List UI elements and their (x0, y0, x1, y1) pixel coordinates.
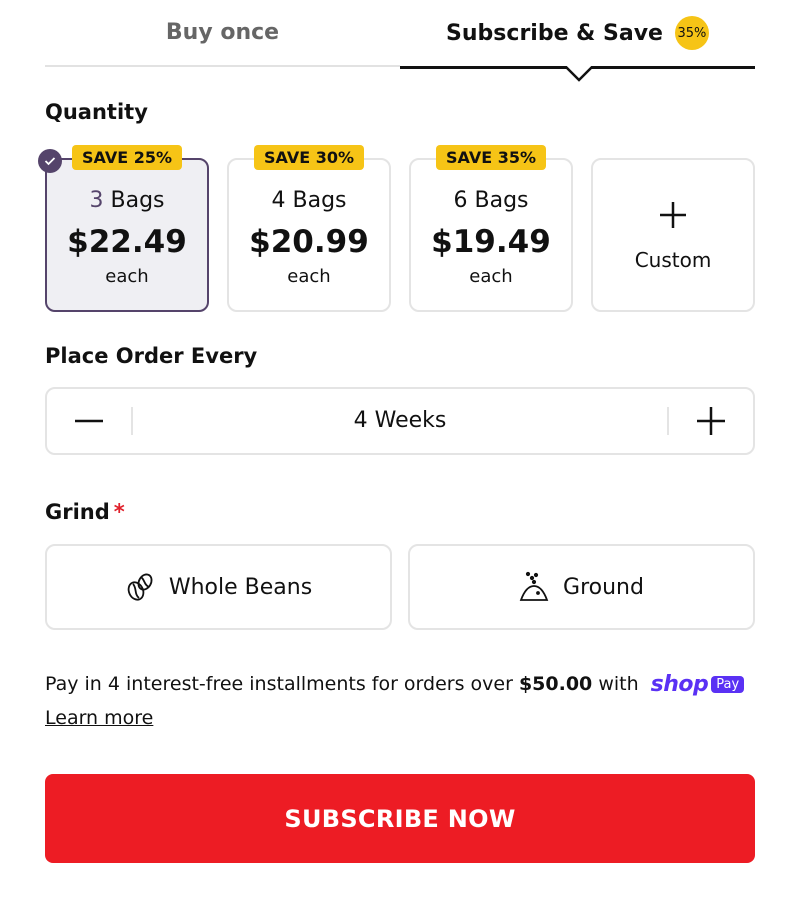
grind-option-whole-beans[interactable]: Whole Beans (45, 544, 392, 630)
tab-buy-once-label: Buy once (165, 20, 280, 45)
price-unit: each (469, 266, 513, 287)
grind-option-ground[interactable]: Ground (408, 544, 755, 630)
price-unit: each (105, 266, 149, 287)
subscribe-now-button[interactable]: SUBSCRIBE NOW (45, 774, 755, 863)
bag-count: 6 Bags (453, 188, 529, 213)
save-badge: SAVE 30% (254, 145, 364, 170)
frequency-label: Place Order Every (45, 344, 258, 368)
minus-icon (75, 419, 103, 422)
frequency-value: 4 Weeks (353, 408, 447, 433)
price-unit: each (287, 266, 331, 287)
save-badge: SAVE 25% (72, 145, 182, 170)
grind-label: Grind * (45, 500, 125, 524)
decrease-button[interactable] (47, 389, 131, 452)
coffee-beans-icon (125, 571, 155, 603)
price: $22.49 (67, 224, 187, 260)
tab-buy-once[interactable]: Buy once (45, 0, 400, 67)
discount-badge: 35% (674, 16, 709, 50)
save-badge: SAVE 35% (436, 145, 546, 170)
bag-count: 4 Bags (271, 188, 347, 213)
tab-subscribe-save[interactable]: Subscribe & Save 35% (400, 0, 755, 69)
plus-icon (697, 406, 725, 435)
tab-subscribe-save-label: Subscribe & Save (446, 20, 663, 46)
subscribe-now-label: SUBSCRIBE NOW (284, 804, 516, 833)
custom-label: Custom (634, 248, 712, 272)
quantity-option-3-bags[interactable]: SAVE 25% 3 Bags $22.49 each (45, 145, 209, 312)
threshold-amount: $50.00 (518, 673, 593, 695)
price: $19.49 (431, 224, 551, 260)
shop-pay-logo: shop Pay (651, 672, 745, 697)
installments-info: Pay in 4 interest-free installments for … (45, 672, 745, 697)
learn-more-link[interactable]: Learn more (45, 707, 153, 729)
plus-icon (593, 200, 753, 234)
grind-option-label: Whole Beans (168, 574, 313, 600)
bag-count: 3 Bags (89, 188, 165, 213)
frequency-stepper: 4 Weeks (45, 387, 755, 455)
quantity-option-custom[interactable]: Custom (591, 158, 755, 312)
required-mark: * (113, 500, 125, 524)
quantity-option-4-bags[interactable]: SAVE 30% 4 Bags $20.99 each (227, 145, 391, 312)
selected-check-icon (38, 149, 62, 173)
increase-button[interactable] (669, 389, 753, 452)
ground-coffee-icon (519, 571, 549, 603)
grind-option-label: Ground (563, 574, 644, 600)
quantity-label: Quantity (45, 100, 148, 124)
price: $20.99 (249, 224, 369, 260)
quantity-option-6-bags[interactable]: SAVE 35% 6 Bags $19.49 each (409, 145, 573, 312)
